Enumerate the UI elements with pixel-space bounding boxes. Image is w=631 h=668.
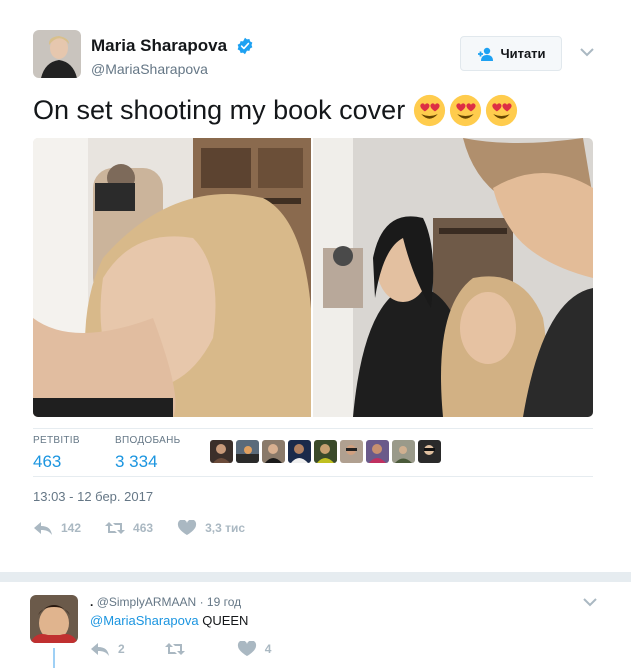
reply-retweet-button[interactable] — [164, 641, 185, 657]
reply-actions: 2 4 — [90, 641, 311, 657]
retweet-stat[interactable]: РЕТВІТІВ 463 — [33, 435, 80, 472]
divider-top — [33, 428, 593, 429]
liker-avatar[interactable] — [366, 440, 389, 463]
tweet-media[interactable] — [33, 138, 593, 417]
chevron-down-icon[interactable] — [579, 46, 595, 58]
photo-selfie[interactable] — [313, 138, 593, 417]
chevron-down-icon[interactable] — [582, 596, 598, 608]
reply-tweet[interactable]: . @SimplyARMAAN · 19 год @MariaSharapova… — [0, 582, 631, 668]
retweet-count: 463 — [133, 521, 154, 535]
tweet-text-body: On set shooting my book cover — [33, 95, 406, 125]
liker-avatar[interactable] — [340, 440, 363, 463]
heart-icon — [237, 641, 256, 656]
reply-like-button[interactable]: 4 — [237, 641, 272, 657]
heart-eyes-emoji-icon — [450, 94, 482, 126]
follow-button[interactable]: Читати — [460, 36, 562, 71]
photo-makeup[interactable] — [33, 138, 311, 417]
retweets-value[interactable]: 463 — [33, 452, 80, 472]
reply-time[interactable]: 19 год — [207, 595, 241, 609]
author-avatar[interactable] — [33, 30, 81, 78]
liker-avatar[interactable] — [236, 440, 259, 463]
heart-eyes-emoji-icon — [414, 94, 446, 126]
author-handle[interactable]: @MariaSharapova — [91, 61, 254, 77]
reply-avatar[interactable] — [30, 595, 78, 643]
liker-avatar[interactable] — [262, 440, 285, 463]
reply-separator: · — [199, 595, 204, 609]
retweet-icon — [164, 643, 185, 655]
thread-line — [53, 648, 55, 668]
like-count: 3,3 тис — [205, 521, 246, 535]
retweet-icon — [105, 522, 126, 534]
likes-value[interactable]: 3 334 — [115, 452, 180, 472]
like-button[interactable]: 3,3 тис — [177, 520, 245, 536]
reply-icon — [91, 643, 109, 656]
reply-like-count: 4 — [264, 642, 272, 656]
reply-icon — [34, 522, 52, 535]
divider-bottom — [33, 476, 593, 477]
reply-body: QUEEN — [202, 613, 249, 628]
emoji-group — [413, 94, 518, 127]
reply-author-name[interactable]: . — [90, 595, 93, 609]
liker-avatar[interactable] — [210, 440, 233, 463]
reply-header: . @SimplyARMAAN · 19 год — [90, 595, 241, 609]
heart-icon — [177, 520, 197, 535]
tweet-actions: 142 463 3,3 тис — [33, 520, 269, 536]
likes-stat[interactable]: ВПОДОБАНЬ 3 334 — [115, 435, 180, 472]
author-display-name[interactable]: Maria Sharapova — [91, 36, 227, 56]
reply-text: @MariaSharapova QUEEN — [90, 613, 248, 628]
reply-count: 142 — [61, 521, 82, 535]
verified-badge-icon — [237, 37, 252, 55]
follow-button-label: Читати — [500, 46, 546, 61]
reply-mention-link[interactable]: @MariaSharapova — [90, 613, 199, 628]
liker-avatar[interactable] — [392, 440, 415, 463]
liker-avatar[interactable] — [314, 440, 337, 463]
retweet-button[interactable]: 463 — [105, 520, 153, 536]
author-name-block: Maria Sharapova @MariaSharapova — [91, 36, 254, 77]
liker-avatar[interactable] — [288, 440, 311, 463]
tweet-timestamp[interactable]: 13:03 - 12 бер. 2017 — [33, 489, 153, 504]
reply-author-handle[interactable]: @SimplyARMAAN — [97, 595, 197, 609]
main-tweet: Maria Sharapova @MariaSharapova Читати O… — [0, 0, 631, 572]
liker-avatars — [210, 440, 441, 463]
reply-reply-button[interactable]: 2 — [90, 641, 125, 657]
reply-button[interactable]: 142 — [33, 520, 81, 536]
tweet-text: On set shooting my book cover — [33, 92, 518, 128]
add-user-icon — [478, 47, 494, 61]
retweets-label: РЕТВІТІВ — [33, 435, 80, 446]
reply-reply-count: 2 — [118, 642, 125, 656]
liker-avatar[interactable] — [418, 440, 441, 463]
replies-separator — [0, 572, 631, 582]
likes-label: ВПОДОБАНЬ — [115, 435, 181, 446]
heart-eyes-emoji-icon — [486, 94, 518, 126]
